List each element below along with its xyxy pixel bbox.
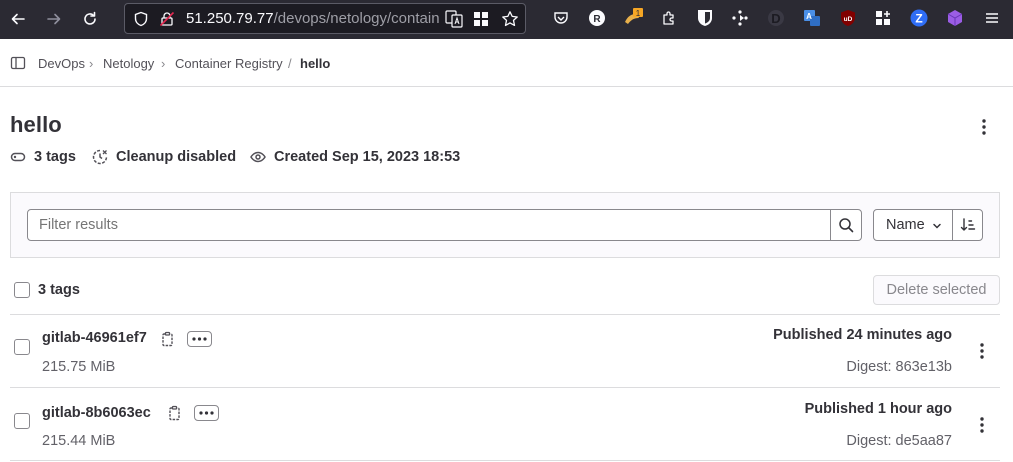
ellipsis-icon <box>199 411 214 415</box>
digest: Digest: de5aa87 <box>846 433 952 449</box>
row-actions-kebab[interactable] <box>970 339 994 363</box>
select-all-checkbox[interactable] <box>14 282 30 298</box>
more-details-button[interactable] <box>194 405 219 421</box>
pocket-icon[interactable] <box>551 8 571 28</box>
row-divider <box>10 460 1000 461</box>
breadcrumb-container-registry[interactable]: Container Registry <box>175 56 283 71</box>
cube-extension-icon[interactable] <box>945 8 965 28</box>
ellipsis-icon <box>192 337 207 341</box>
kebab-menu-icon <box>980 417 984 433</box>
url-text: 51.250.79.77/devops/netology/contain <box>186 10 440 27</box>
clock-cross-icon <box>92 149 108 165</box>
insecure-lock-icon <box>159 11 175 27</box>
notification-extension-icon[interactable]: 1 <box>623 8 643 28</box>
reload-icon <box>84 11 96 25</box>
translator-extension-icon[interactable]: A <box>802 8 822 28</box>
reload-button[interactable] <box>78 7 102 31</box>
kebab-menu-icon <box>982 119 986 135</box>
svg-text:R: R <box>593 14 601 25</box>
breadcrumb: DevOps › Netology › Container Registry /… <box>0 39 1013 87</box>
breadcrumb-netology[interactable]: Netology <box>103 56 154 71</box>
url-fade <box>525 4 526 33</box>
sort-dropdown-label: Name <box>886 217 925 233</box>
tag-name[interactable]: gitlab-46961ef7 <box>42 330 147 346</box>
address-bar[interactable]: 51.250.79.77/devops/netology/contain <box>124 3 526 34</box>
copy-to-clipboard-icon[interactable] <box>166 405 182 421</box>
extensions-puzzle-icon[interactable] <box>659 8 679 28</box>
filter-panel: Name <box>10 192 1000 258</box>
browser-toolbar: 51.250.79.77/devops/netology/contain R 1… <box>0 0 1013 39</box>
grid-icon[interactable] <box>473 11 489 27</box>
row-divider <box>10 387 1000 388</box>
meta-tags-text: 3 tags <box>34 149 76 165</box>
more-details-button[interactable] <box>187 331 212 347</box>
diagonal-arrows-icon[interactable] <box>730 8 750 28</box>
chevron-down-icon <box>933 223 941 229</box>
meta-created-text: Created Sep 15, 2023 18:53 <box>274 149 461 165</box>
search-icon <box>839 218 854 233</box>
svg-text:1: 1 <box>636 9 641 18</box>
page-title: hello <box>10 112 62 137</box>
r-extension-icon[interactable]: R <box>587 8 607 28</box>
svg-text:D: D <box>771 11 780 26</box>
sort-dropdown[interactable]: Name <box>873 209 953 241</box>
digest: Digest: 863e13b <box>846 359 952 375</box>
breadcrumb-devops[interactable]: DevOps <box>38 56 85 71</box>
row-checkbox[interactable] <box>14 339 30 355</box>
select-all-label: 3 tags <box>38 282 80 298</box>
svg-text:Z: Z <box>915 12 922 26</box>
breadcrumb-current: hello <box>300 56 331 71</box>
delete-selected-button[interactable]: Delete selected <box>873 275 1000 305</box>
z-extension-icon[interactable]: Z <box>909 8 929 28</box>
copy-to-clipboard-icon[interactable] <box>159 331 175 347</box>
row-divider <box>10 314 1000 315</box>
svg-text:A: A <box>806 12 812 21</box>
sidebar-toggle-icon[interactable] <box>10 55 26 71</box>
published-time: Published 24 minutes ago <box>773 327 952 343</box>
row-checkbox[interactable] <box>14 413 30 429</box>
forward-button[interactable] <box>42 7 66 31</box>
label-icon <box>10 152 26 162</box>
hamburger-menu-icon[interactable] <box>982 8 1002 28</box>
bookmark-star-icon[interactable] <box>501 10 519 28</box>
meta-created: Created Sep 15, 2023 18:53 <box>250 149 460 165</box>
breadcrumb-separator: › <box>161 56 166 71</box>
svg-text:uD: uD <box>844 16 853 23</box>
filter-input[interactable] <box>27 209 831 241</box>
meta-tags: 3 tags <box>10 149 76 165</box>
sort-lowest-icon <box>960 218 975 231</box>
tag-name[interactable]: gitlab-8b6063ec <box>42 405 151 421</box>
meta-cleanup-text: Cleanup disabled <box>116 149 237 165</box>
translate-icon[interactable] <box>445 10 463 28</box>
arrow-right-icon <box>47 13 61 25</box>
breadcrumb-separator: / <box>288 56 292 71</box>
back-button[interactable] <box>6 7 30 31</box>
dark-reader-icon[interactable]: D <box>766 8 786 28</box>
shield-icon <box>134 11 148 27</box>
eye-icon <box>250 151 266 163</box>
arrow-left-icon <box>11 13 25 25</box>
sort-direction-button[interactable] <box>952 209 983 241</box>
kebab-menu-icon <box>980 343 984 359</box>
meta-cleanup: Cleanup disabled <box>92 149 236 165</box>
page-actions-kebab[interactable] <box>972 115 996 139</box>
row-actions-kebab[interactable] <box>970 413 994 437</box>
tag-size: 215.44 MiB <box>42 433 116 449</box>
breadcrumb-separator: › <box>89 56 94 71</box>
bitwarden-icon[interactable] <box>695 8 715 28</box>
published-time: Published 1 hour ago <box>804 401 952 417</box>
apps-grid-plus-icon[interactable] <box>873 8 893 28</box>
tag-size: 215.75 MiB <box>42 359 116 375</box>
ublock-origin-icon[interactable]: uD <box>838 8 858 28</box>
filter-search-button[interactable] <box>830 209 862 241</box>
